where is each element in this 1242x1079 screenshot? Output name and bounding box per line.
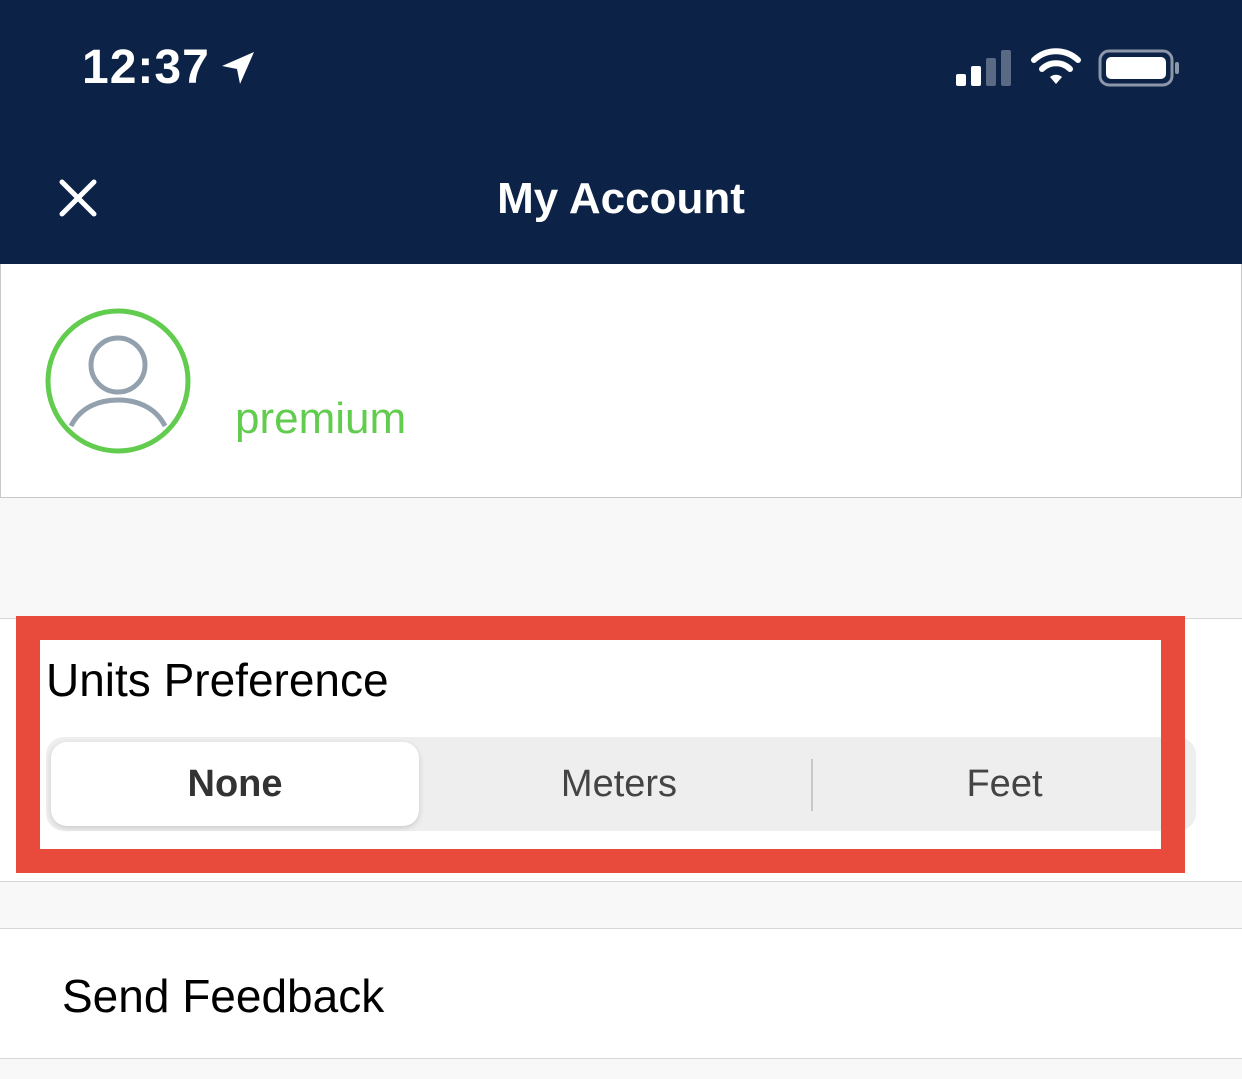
nav-bar: My Account (0, 130, 1242, 264)
units-segmented-control: None Meters Feet (46, 737, 1196, 831)
units-preference-title: Units Preference (46, 654, 389, 706)
cellular-signal-icon (956, 50, 1011, 86)
status-time: 12:37 (82, 41, 210, 94)
status-bar: 12:37 (0, 0, 1242, 130)
segment-meters[interactable]: Meters (429, 737, 809, 831)
profile-card: premium (0, 264, 1242, 498)
send-feedback-row[interactable]: Send Feedback (0, 928, 1242, 1059)
page-title: My Account (497, 174, 745, 223)
wifi-icon (1031, 48, 1081, 84)
location-arrow-icon (222, 52, 254, 84)
segment-feet[interactable]: Feet (813, 737, 1196, 831)
user-avatar-icon[interactable] (45, 308, 191, 454)
send-feedback-label: Send Feedback (62, 970, 385, 1022)
units-preference-section: Units Preference None Meters Feet (0, 618, 1242, 882)
segment-none[interactable]: None (51, 742, 419, 826)
battery-icon (1098, 49, 1179, 87)
membership-tier-label: premium (235, 394, 407, 443)
